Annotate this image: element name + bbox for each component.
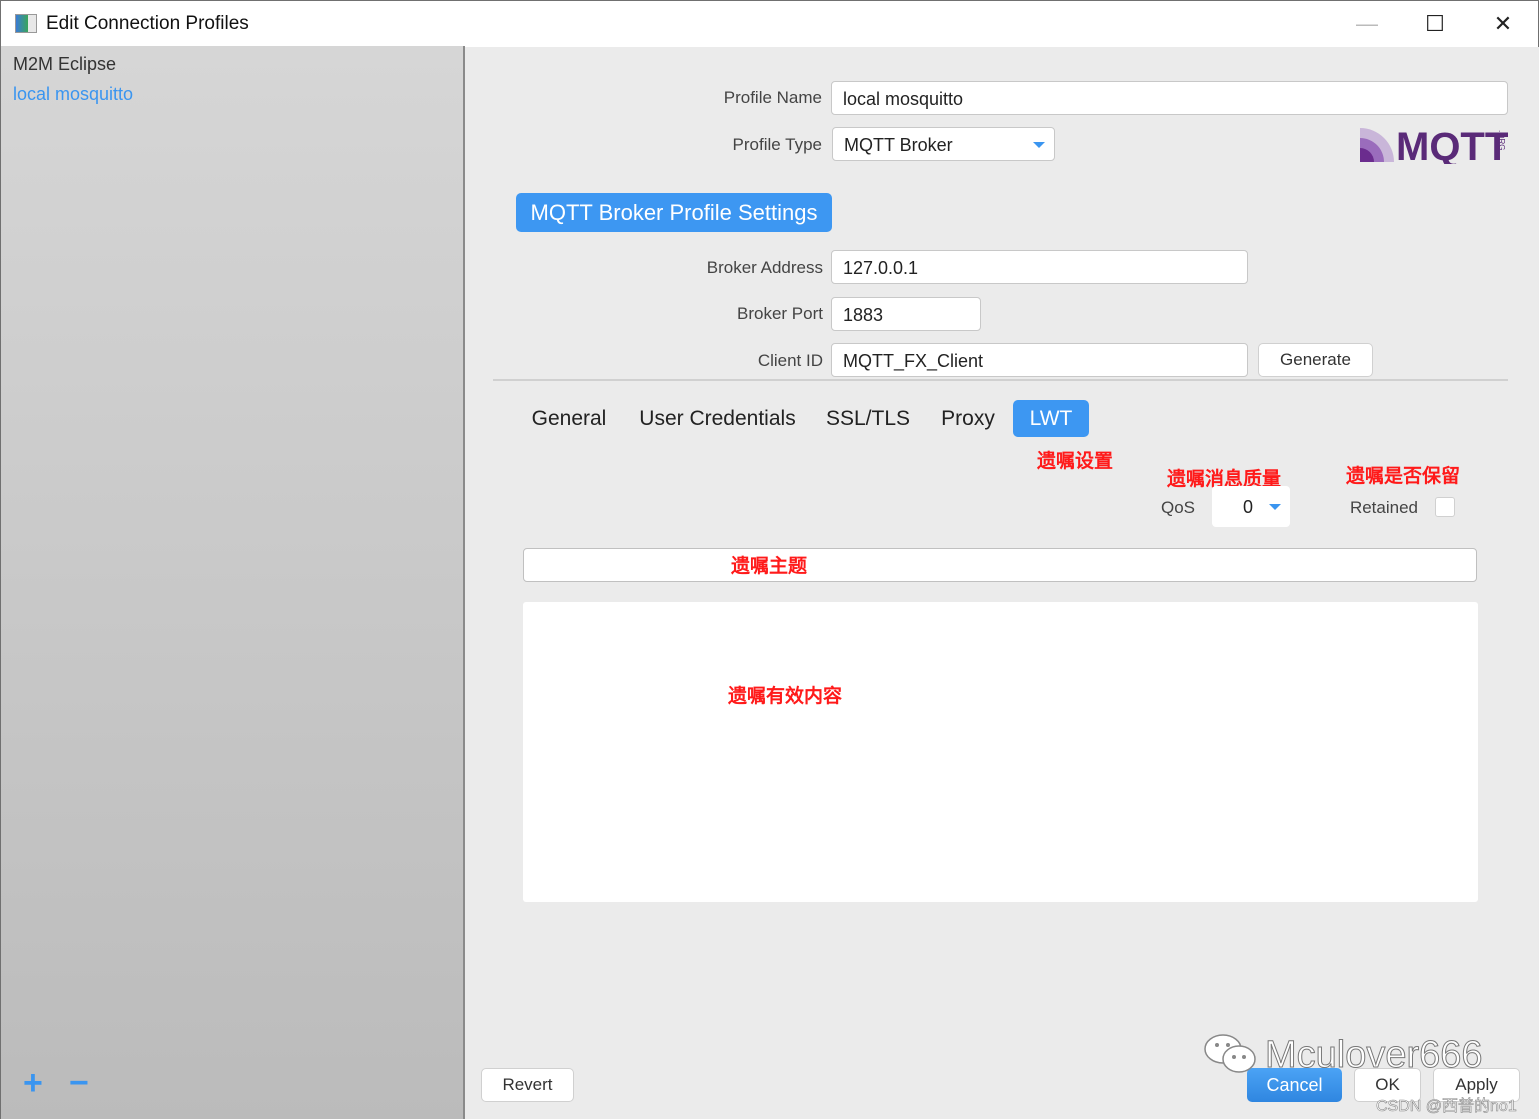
broker-port-input[interactable]: 1883 — [831, 297, 981, 331]
broker-settings-section-title[interactable]: MQTT Broker Profile Settings — [516, 193, 832, 232]
tab-lwt[interactable]: LWT — [1013, 400, 1089, 437]
retained-label: Retained — [1349, 498, 1418, 517]
lwt-payload-textarea[interactable] — [523, 602, 1478, 902]
profile-name-label: Profile Name — [723, 88, 822, 107]
generate-button[interactable]: Generate — [1258, 343, 1373, 377]
profiles-sidebar: M2M Eclipse local mosquitto + − — [0, 46, 465, 1119]
mqtt-logo: MQTT .ORG — [1360, 125, 1508, 164]
client-id-input[interactable]: MQTT_FX_Client — [831, 343, 1248, 377]
chevron-down-icon — [1033, 142, 1045, 148]
wechat-watermark: Mculover666 — [1265, 1034, 1484, 1077]
csdn-watermark: CSDN @西普的no1 — [1376, 1098, 1517, 1116]
revert-button[interactable]: Revert — [481, 1068, 574, 1102]
section-divider — [493, 379, 1508, 381]
tab-general[interactable]: General — [522, 400, 616, 437]
annotation-retained: 遗嘱是否保留 — [1346, 466, 1461, 487]
profile-type-label: Profile Type — [732, 135, 822, 154]
app-icon — [15, 14, 37, 33]
sidebar-item-local-mosquitto[interactable]: local mosquitto — [13, 84, 133, 105]
wechat-icon — [1204, 1034, 1256, 1073]
logo-suffix: .ORG — [1497, 130, 1506, 150]
remove-profile-icon[interactable]: − — [69, 1066, 89, 1100]
annotation-payload: 遗嘱有效内容 — [728, 686, 843, 707]
broker-port-label: Broker Port — [737, 304, 823, 323]
annotation-topic: 遗嘱主题 — [731, 556, 808, 577]
retained-checkbox[interactable] — [1435, 497, 1455, 517]
broker-address-label: Broker Address — [706, 258, 823, 277]
broker-address-input[interactable]: 127.0.0.1 — [831, 250, 1248, 284]
maximize-button[interactable]: ☐ — [1401, 1, 1469, 47]
qos-label: QoS — [1160, 498, 1195, 517]
tab-proxy[interactable]: Proxy — [932, 400, 1004, 437]
sidebar-item-m2m-eclipse[interactable]: M2M Eclipse — [13, 54, 116, 75]
add-profile-icon[interactable]: + — [23, 1066, 43, 1100]
lwt-topic-input[interactable] — [523, 548, 1477, 582]
minimize-button[interactable]: — — [1333, 1, 1401, 47]
logo-text: MQTT — [1396, 125, 1508, 164]
client-id-label: Client ID — [757, 351, 823, 370]
tab-ssl-tls[interactable]: SSL/TLS — [820, 400, 916, 437]
profile-type-value: MQTT Broker — [844, 135, 953, 155]
close-button[interactable]: ✕ — [1469, 1, 1537, 47]
window-title: Edit Connection Profiles — [46, 13, 249, 34]
title-bar: Edit Connection Profiles — ☐ ✕ — [0, 0, 1539, 47]
tab-user-credentials[interactable]: User Credentials — [630, 400, 805, 437]
profile-name-input[interactable]: local mosquitto — [831, 81, 1508, 115]
profile-type-select[interactable]: MQTT Broker — [832, 127, 1055, 161]
annotation-lwt-settings: 遗嘱设置 — [1037, 451, 1114, 472]
